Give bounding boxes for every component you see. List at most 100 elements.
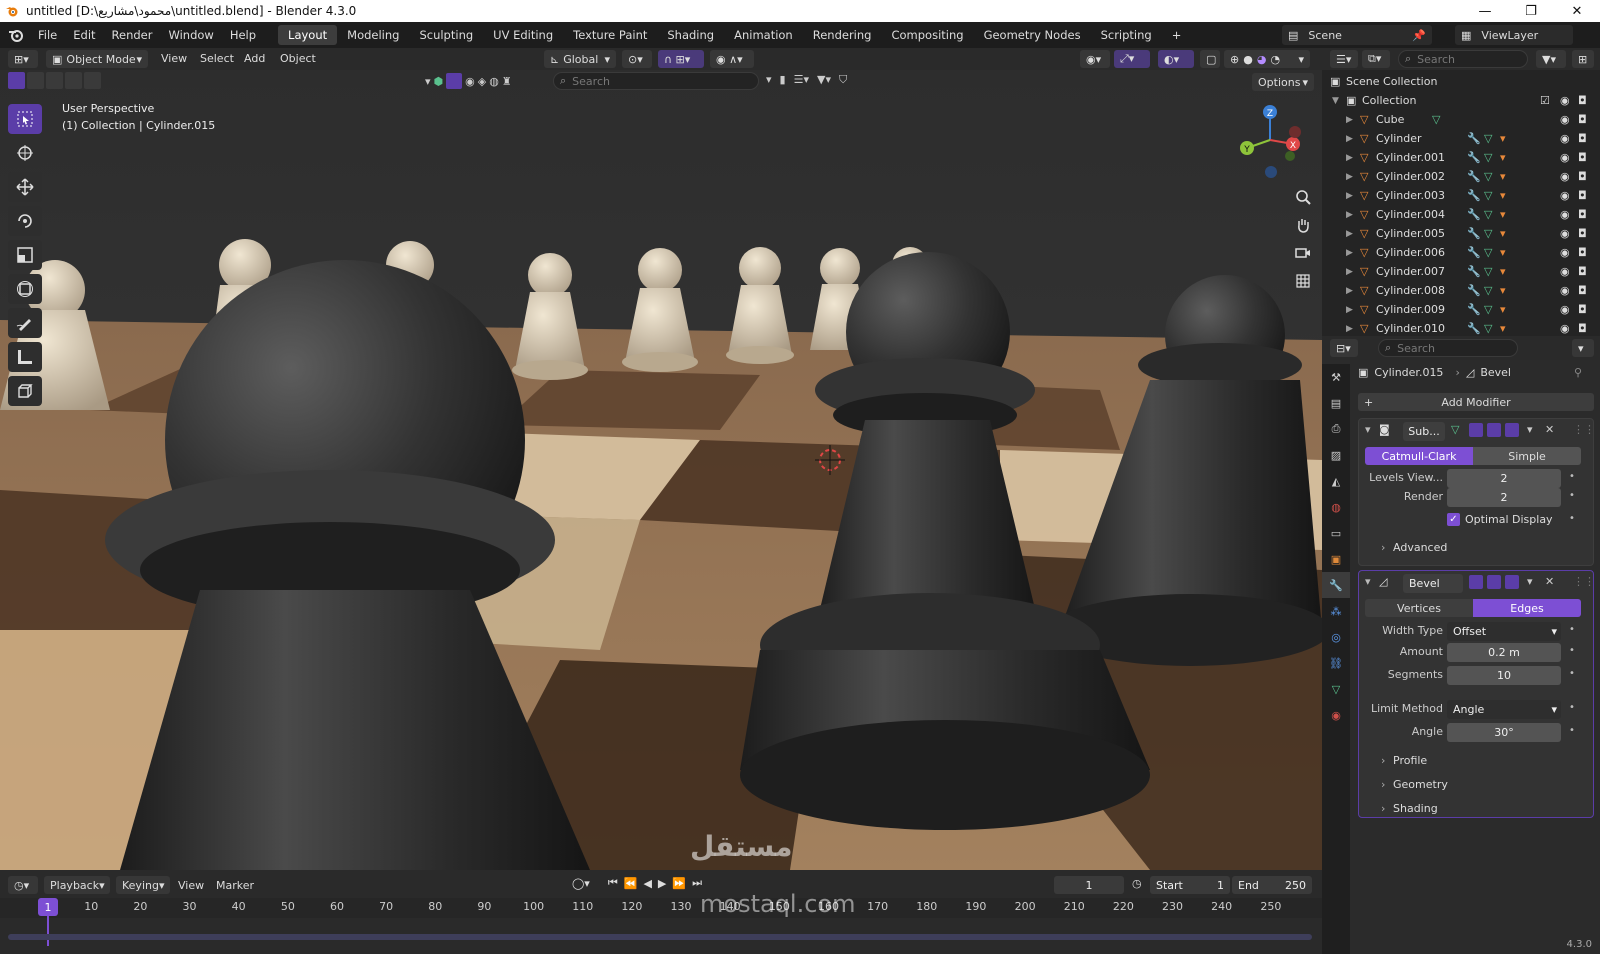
select-intersect-icon[interactable] xyxy=(65,72,82,89)
play-icon[interactable]: ▶ xyxy=(658,877,666,890)
outliner-item[interactable]: ▶ ▽ Cylinder.004 🔧 ▽ ▾ ◉ ◘ xyxy=(1322,205,1600,224)
viewlayer-selector[interactable]: ▦ ViewLayer xyxy=(1455,25,1573,45)
viewport-display-icon[interactable] xyxy=(1487,423,1501,437)
tab-shading[interactable]: Shading xyxy=(657,25,724,45)
edges-button[interactable]: Edges xyxy=(1473,599,1581,617)
catmull-clark-button[interactable]: Catmull-Clark xyxy=(1365,447,1473,465)
keyframe-dot-icon[interactable]: • xyxy=(1569,645,1575,656)
width-type-dropdown[interactable]: Offset ▾ xyxy=(1447,622,1561,641)
chevron-right-icon[interactable]: ▶ xyxy=(1346,267,1353,277)
eye-icon[interactable]: ◉ xyxy=(1560,151,1570,164)
edit-mode-icon[interactable] xyxy=(1469,423,1483,437)
new-collection-button[interactable]: ⊞ xyxy=(1572,50,1594,68)
menu-help[interactable]: Help xyxy=(222,28,264,42)
tab-layout[interactable]: Layout xyxy=(278,25,338,45)
world-tab-icon[interactable]: ◍ xyxy=(1322,494,1350,520)
keyframe-dot-icon[interactable]: • xyxy=(1569,624,1575,635)
timeline-editor-type-button[interactable]: ◷▾ xyxy=(8,876,38,894)
bookmark-icon[interactable]: ▮ xyxy=(780,73,786,87)
camera-icon[interactable]: ◘ xyxy=(1578,227,1587,240)
chevron-right-icon[interactable]: ▶ xyxy=(1346,229,1353,239)
material-ball-icon[interactable]: ◉ xyxy=(465,75,475,88)
pin-icon[interactable]: ⚲ xyxy=(1574,366,1582,379)
menu-window[interactable]: Window xyxy=(160,28,221,42)
options-dropdown[interactable]: Options ▾ xyxy=(1252,73,1314,91)
keyframe-dot-icon[interactable]: • xyxy=(1569,490,1575,501)
camera-icon[interactable]: ◘ xyxy=(1578,265,1587,278)
chevron-right-icon[interactable]: ▶ xyxy=(1346,134,1353,144)
keyframe-dot-icon[interactable]: • xyxy=(1569,668,1575,679)
tab-rendering[interactable]: Rendering xyxy=(803,25,882,45)
gizmo-toggle-button[interactable]: ⤢▾ xyxy=(1114,50,1150,68)
shield-icon[interactable]: ⛉ xyxy=(839,73,847,87)
scene-collection-row[interactable]: ▣ Scene Collection xyxy=(1322,72,1600,91)
shading-mode-buttons[interactable]: ⊕ ● ◕ ◔ ▾ xyxy=(1224,50,1310,68)
menu-select[interactable]: Select xyxy=(200,52,234,65)
add-cube-tool[interactable] xyxy=(8,376,42,406)
texture-icon[interactable]: ◈ xyxy=(478,75,486,88)
limit-method-dropdown[interactable]: Angle ▾ xyxy=(1447,700,1561,719)
edit-mode-icon[interactable] xyxy=(1469,575,1483,589)
wireframe-icon[interactable]: ⊕ xyxy=(1230,53,1239,66)
eye-icon[interactable]: ◉ xyxy=(1560,284,1570,297)
jump-start-icon[interactable]: ⏮ xyxy=(608,876,618,890)
chevron-right-icon[interactable]: ▶ xyxy=(1346,210,1353,220)
navigation-gizmo[interactable]: Z Y X xyxy=(1235,102,1305,182)
chevron-down-icon[interactable]: ▾ xyxy=(425,75,431,88)
eye-icon[interactable]: ◉ xyxy=(1560,246,1570,259)
overlay-toggle-button[interactable]: ◐▾ xyxy=(1158,50,1194,68)
collection-tab-icon[interactable]: ▭ xyxy=(1322,520,1350,546)
chevron-right-icon[interactable]: › xyxy=(1381,541,1385,554)
maximize-button[interactable]: ❐ xyxy=(1508,0,1554,22)
chevron-right-icon[interactable]: ▶ xyxy=(1346,191,1353,201)
outliner-item[interactable]: ▶ ▽ Cylinder.006 🔧 ▽ ▾ ◉ ◘ xyxy=(1322,243,1600,262)
playhead-marker[interactable]: 1 xyxy=(38,898,58,916)
select-box-tool[interactable] xyxy=(8,104,42,134)
camera-icon[interactable]: ◘ xyxy=(1578,322,1587,335)
eye-icon[interactable]: ◉ xyxy=(1560,265,1570,278)
hand-pan-icon[interactable] xyxy=(1290,212,1316,238)
chevron-right-icon[interactable]: ▶ xyxy=(1346,153,1353,163)
camera-icon[interactable]: ◘ xyxy=(1578,303,1587,316)
grid-ortho-icon[interactable] xyxy=(1290,268,1316,294)
render-tab-icon[interactable]: ▤ xyxy=(1322,390,1350,416)
outliner-item[interactable]: ▶ ▽ Cylinder.008 🔧 ▽ ▾ ◉ ◘ xyxy=(1322,281,1600,300)
optimal-display-checkbox[interactable]: ✓ xyxy=(1447,513,1460,526)
add-workspace-button[interactable]: + xyxy=(1162,25,1192,45)
menu-edit[interactable]: Edit xyxy=(65,28,103,42)
particles-tab-icon[interactable]: ⁂ xyxy=(1322,598,1350,624)
camera-icon[interactable]: ◘ xyxy=(1578,189,1587,202)
simple-button[interactable]: Simple xyxy=(1473,447,1581,465)
render-camera-icon[interactable] xyxy=(1505,423,1519,437)
camera-icon[interactable]: ◘ xyxy=(1578,246,1587,259)
chevron-down-icon[interactable]: ▾ xyxy=(1527,423,1533,436)
keyframe-dot-icon[interactable]: • xyxy=(1569,725,1575,736)
chevron-right-icon[interactable]: ▶ xyxy=(1346,286,1353,296)
output-tab-icon[interactable]: ⎙ xyxy=(1322,416,1350,442)
scene-tab-icon[interactable]: ◭ xyxy=(1322,468,1350,494)
camera-icon[interactable]: ◘ xyxy=(1578,151,1587,164)
eye-icon[interactable]: ◉ xyxy=(1560,208,1570,221)
zoom-icon[interactable] xyxy=(1290,184,1316,210)
shading-subpanel-label[interactable]: Shading xyxy=(1393,802,1438,815)
segments-field[interactable]: 10 xyxy=(1447,666,1561,685)
levels-viewport-field[interactable]: 2 xyxy=(1447,469,1561,488)
eye-icon[interactable]: ◉ xyxy=(1560,113,1570,126)
select-extend-icon[interactable] xyxy=(27,72,44,89)
pin-icon[interactable]: 📌 xyxy=(1412,29,1426,42)
view-layer-tab-icon[interactable]: ▨ xyxy=(1322,442,1350,468)
playback-menu[interactable]: Playback ▾ xyxy=(44,876,110,894)
timeline-view-menu[interactable]: View xyxy=(178,879,204,892)
chevron-right-icon[interactable]: › xyxy=(1381,802,1385,815)
geometry-subpanel-label[interactable]: Geometry xyxy=(1393,778,1448,791)
outliner-filter-button[interactable]: ▼▾ xyxy=(1536,50,1566,68)
mode-dropdown[interactable]: ▣ Object Mode ▾ xyxy=(46,50,148,68)
chevron-right-icon[interactable]: ▶ xyxy=(1346,115,1353,125)
timeline-scrollbar[interactable] xyxy=(8,934,1312,940)
display-mode-button[interactable]: ⧉▾ xyxy=(1362,50,1390,68)
chevron-down-icon[interactable]: ▾ xyxy=(1298,53,1304,66)
chevron-down-icon[interactable]: ▼ xyxy=(1332,96,1339,106)
next-keyframe-icon[interactable]: ⏩ xyxy=(672,877,686,890)
drag-handle-icon[interactable]: ⋮⋮ xyxy=(1573,575,1595,588)
keying-menu[interactable]: Keying ▾ xyxy=(116,876,170,894)
